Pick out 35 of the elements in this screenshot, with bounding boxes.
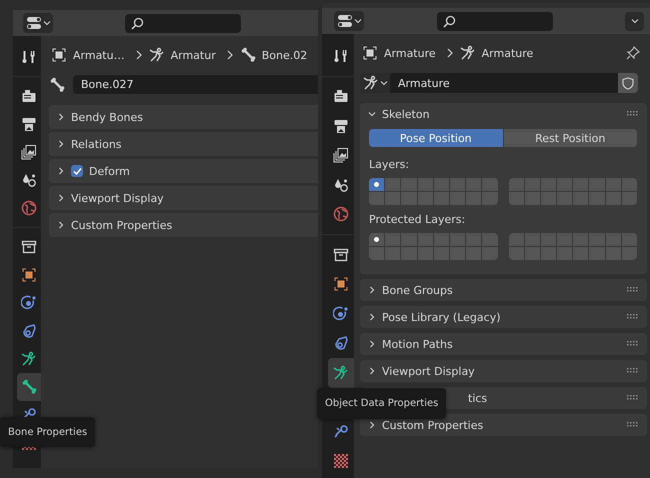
- section-header[interactable]: Viewport Display: [360, 360, 647, 382]
- section-header[interactable]: Custom Properties: [360, 414, 647, 436]
- position-toggle[interactable]: Rest Position: [504, 129, 637, 147]
- section-header[interactable]: Bone Groups: [360, 279, 647, 301]
- section-header[interactable]: Pose Library (Legacy): [360, 306, 647, 328]
- section-title: Skeleton: [382, 108, 430, 120]
- name-field[interactable]: Bone.027: [73, 75, 318, 94]
- breadcrumb-item: Armature: [482, 46, 534, 60]
- layers-label: Protected Layers:: [369, 213, 466, 226]
- breadcrumb-item: Armature: [384, 46, 436, 60]
- section-title: Deform: [89, 164, 130, 178]
- section-header[interactable]: Viewport Display: [49, 186, 318, 210]
- section-title: Viewport Display: [382, 364, 475, 378]
- breadcrumb-item: Armatur: [170, 48, 216, 62]
- section-header[interactable]: Bendy Bones: [49, 105, 318, 129]
- breadcrumb-item: Bone.02: [262, 48, 308, 62]
- section-header[interactable]: Motion Paths: [360, 333, 647, 355]
- layers-label: Layers:: [369, 158, 410, 171]
- section-title: Bendy Bones: [71, 110, 144, 124]
- section-title: Motion Paths: [382, 338, 453, 350]
- tooltip: Bone Properties: [0, 417, 96, 447]
- section-header[interactable]: Skeleton: [360, 103, 647, 125]
- section-title: Custom Properties: [71, 218, 172, 232]
- breadcrumb-item: Armatu…: [73, 48, 125, 62]
- section-title: Relations: [71, 138, 122, 150]
- position-toggle[interactable]: Pose Position: [369, 129, 502, 147]
- section-title: Viewport Display: [71, 192, 164, 204]
- name-field[interactable]: Armature: [390, 73, 618, 93]
- section-header[interactable]: Relations: [49, 132, 318, 156]
- section-title: Bone Groups: [382, 284, 453, 296]
- section-header[interactable]: Custom Properties: [49, 213, 318, 237]
- section-title: Custom Properties: [382, 418, 484, 432]
- tooltip: Object Data Properties: [317, 388, 446, 419]
- section-title: tics: [468, 392, 488, 404]
- section-title: Pose Library (Legacy): [382, 310, 500, 324]
